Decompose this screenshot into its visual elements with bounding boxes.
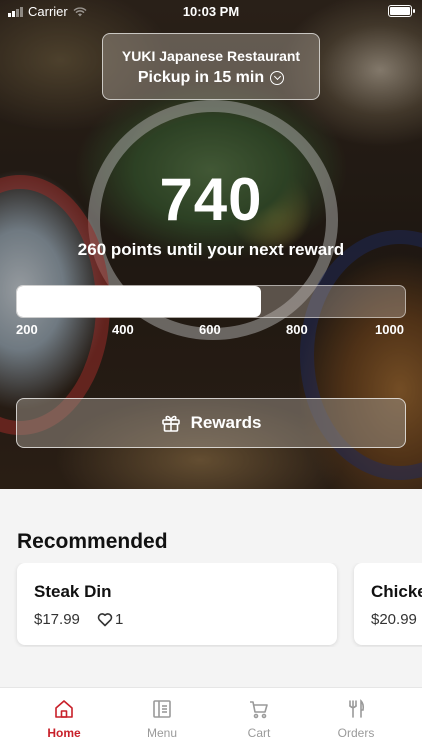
points-balance: 740 — [159, 166, 263, 233]
tab-label: Home — [47, 726, 81, 740]
tab-cart[interactable]: Cart — [219, 698, 299, 740]
tab-label: Menu — [146, 726, 178, 740]
tab-label: Orders — [337, 726, 375, 740]
tick-label: 400 — [112, 322, 134, 337]
gift-icon — [161, 415, 180, 432]
tab-bar: Home Menu Cart Orders — [0, 687, 422, 750]
tab-menu[interactable]: Menu — [122, 698, 202, 740]
points-progress-fill — [17, 286, 262, 317]
hero-section: Carrier 10:03 PM YUKI Japanese Restauran… — [0, 0, 422, 489]
item-name: Chicke — [371, 582, 422, 601]
tab-label: Cart — [247, 726, 271, 740]
tick-label: 600 — [199, 322, 221, 337]
rewards-button-label: Rewards — [190, 413, 262, 432]
pickup-selector[interactable]: YUKI Japanese Restaurant Pickup in 15 mi… — [102, 33, 320, 100]
tab-home[interactable]: Home — [24, 698, 104, 740]
progress-tick-labels: 200 400 600 800 1000 — [16, 322, 406, 338]
recommended-carousel[interactable]: Steak Din $17.99 1 Chicke $20.99 — [0, 563, 422, 647]
recommended-card[interactable]: Chicke $20.99 — [354, 563, 422, 645]
rewards-button[interactable]: Rewards — [16, 398, 406, 448]
points-progress-bar — [16, 285, 406, 318]
cart-icon — [250, 701, 268, 719]
orders-icon — [349, 699, 365, 718]
restaurant-name: YUKI Japanese Restaurant — [121, 48, 301, 64]
tick-label: 800 — [286, 322, 308, 337]
recommended-heading: Recommended — [17, 530, 168, 553]
status-bar: Carrier 10:03 PM — [0, 0, 422, 22]
chevron-down-icon — [270, 71, 285, 85]
pickup-time-label: Pickup in 15 min — [137, 69, 265, 86]
item-name: Steak Din — [34, 582, 112, 601]
item-price: $20.99 — [371, 611, 417, 628]
tick-label: 200 — [16, 322, 38, 337]
clock: 10:03 PM — [182, 4, 240, 19]
heart-icon — [97, 613, 113, 627]
tab-orders[interactable]: Orders — [316, 698, 396, 740]
tick-label: 1000 — [375, 322, 404, 337]
battery-icon — [388, 5, 415, 17]
like-button[interactable]: 1 — [97, 611, 123, 628]
home-icon — [55, 700, 73, 718]
points-until-reward: 260 points until your next reward — [77, 240, 345, 259]
item-price: $17.99 — [34, 611, 80, 628]
recommended-card[interactable]: Steak Din $17.99 1 — [17, 563, 337, 645]
like-count: 1 — [115, 611, 124, 628]
menu-icon — [153, 700, 171, 718]
